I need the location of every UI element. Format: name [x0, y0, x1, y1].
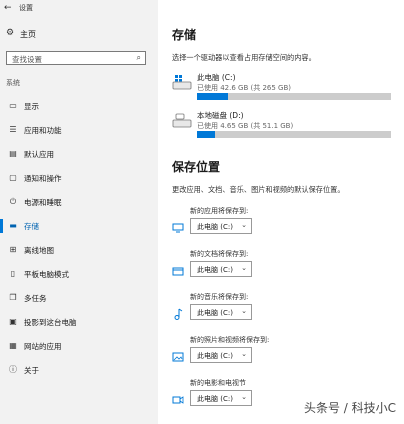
- map-icon: ⊞: [9, 245, 17, 254]
- web-apps-icon: ▦: [9, 341, 17, 350]
- windows-drive-icon: [172, 75, 192, 90]
- sidebar-item-label: 应用和功能: [24, 126, 62, 135]
- power-icon: ⏻: [9, 197, 17, 206]
- sidebar-item-label: 平板电脑模式: [24, 270, 69, 279]
- usage-bar: [197, 131, 391, 138]
- dropdown-value: 此电脑 (C:): [197, 223, 233, 231]
- dropdown-value: 此电脑 (C:): [197, 352, 233, 360]
- storage-icon: ▬: [9, 221, 17, 230]
- sidebar-item-multitasking[interactable]: ❐ 多任务: [0, 290, 158, 306]
- save-location-dropdown[interactable]: 此电脑 (C:) ⌄: [190, 218, 252, 234]
- display-icon: ▭: [9, 101, 17, 110]
- project-icon: ▣: [9, 317, 17, 326]
- info-icon: ⓘ: [9, 365, 17, 374]
- drive-name: 本地磁盘 (D:): [197, 111, 244, 120]
- sidebar-item-label: 多任务: [24, 294, 47, 303]
- search-placeholder[interactable]: 查找设置: [12, 54, 42, 65]
- save-caption: 新的文档将保存到:: [190, 250, 249, 258]
- save-location-dropdown[interactable]: 此电脑 (C:) ⌄: [190, 261, 252, 277]
- tablet-icon: ▯: [10, 269, 16, 278]
- sidebar-item-project[interactable]: ▣ 投影到这台电脑: [0, 314, 158, 330]
- search-box[interactable]: 查找设置 ⌕: [6, 51, 146, 65]
- watermark: 头条号 / 科技小C: [303, 401, 396, 415]
- dropdown-value: 此电脑 (C:): [197, 266, 233, 274]
- sidebar-item-label: 显示: [24, 102, 39, 111]
- usage-bar: [197, 93, 391, 100]
- sidebar-item-storage[interactable]: ▬ 存储: [0, 218, 158, 234]
- sidebar-item-label: 投影到这台电脑: [24, 318, 77, 327]
- page-title: 存储: [172, 28, 197, 42]
- sidebar-item-label: 关于: [24, 366, 39, 375]
- drive-name: 此电脑 (C:): [197, 73, 236, 82]
- monitor-icon: [172, 223, 184, 233]
- sidebar-item-about[interactable]: ⓘ 关于: [0, 362, 158, 378]
- sidebar-item-tablet-mode[interactable]: ▯ 平板电脑模式: [0, 266, 158, 282]
- sidebar-item-label: 通知和操作: [24, 174, 62, 183]
- drive-c[interactable]: 此电脑 (C:) 已使用 42.6 GB (共 265 GB): [172, 72, 392, 102]
- sidebar-item-web-apps[interactable]: ▦ 网站的应用: [0, 338, 158, 354]
- drive-d[interactable]: 本地磁盘 (D:) 已使用 4.65 GB (共 51.1 GB): [172, 110, 392, 140]
- storage-description: 选择一个驱动器以查看占用存储空间的内容。: [172, 53, 316, 62]
- save-location-music: 新的音乐将保存到: 此电脑 (C:) ⌄: [172, 292, 392, 332]
- save-caption: 新的音乐将保存到:: [190, 293, 249, 301]
- usage-bar-fill: [197, 93, 229, 100]
- storage-page: 存储 选择一个驱动器以查看占用存储空间的内容。 此电脑 (C:) 已使用 42.…: [158, 0, 404, 424]
- usage-bar-fill: [197, 131, 215, 138]
- sidebar-item-apps[interactable]: ☰ 应用和功能: [0, 122, 158, 138]
- save-location-dropdown[interactable]: 此电脑 (C:) ⌄: [190, 347, 252, 363]
- drive-usage: 已使用 4.65 GB (共 51.1 GB): [197, 122, 294, 130]
- video-camera-icon: [172, 396, 184, 404]
- gear-icon: ⚙: [6, 28, 15, 38]
- notifications-icon: ▢: [9, 173, 17, 182]
- save-locations-title: 保存位置: [172, 160, 221, 174]
- sidebar-item-label: 电源和睡眠: [24, 198, 62, 207]
- apps-icon: ☰: [9, 125, 17, 134]
- save-location-dropdown[interactable]: 此电脑 (C:) ⌄: [190, 304, 252, 320]
- hard-drive-icon: [172, 113, 192, 128]
- chevron-down-icon: ⌄: [241, 350, 247, 358]
- drive-usage: 已使用 42.6 GB (共 265 GB): [197, 84, 291, 92]
- home-label: 主页: [20, 30, 36, 39]
- sidebar: ← 设置 ⚙ 主页 查找设置 ⌕ 系统 ▭ 显示 ☰ 应用和功能 ▤ 默认应用 …: [0, 0, 158, 424]
- chevron-down-icon: ⌄: [241, 264, 247, 272]
- chevron-down-icon: ⌄: [241, 221, 247, 229]
- title-bar: ← 设置: [0, 0, 158, 16]
- photo-icon: [172, 352, 184, 362]
- search-icon[interactable]: ⌕: [137, 53, 141, 63]
- chevron-down-icon: ⌄: [241, 393, 247, 401]
- save-locations-description: 更改应用、文档、音乐、图片和视频的默认保存位置。: [172, 185, 345, 194]
- music-note-icon: [174, 308, 183, 320]
- back-arrow-icon[interactable]: ←: [4, 3, 12, 13]
- sidebar-section-label: 系统: [6, 79, 20, 87]
- sidebar-item-offline-maps[interactable]: ⊞ 离线地图: [0, 242, 158, 258]
- sidebar-item-display[interactable]: ▭ 显示: [0, 98, 158, 114]
- chevron-down-icon: ⌄: [241, 307, 247, 315]
- sidebar-item-label: 离线地图: [24, 246, 54, 255]
- sidebar-item-label: 存储: [24, 222, 39, 231]
- save-location-photos-videos: 新的照片和视频将保存到: 此电脑 (C:) ⌄: [172, 335, 392, 375]
- sidebar-item-default-apps[interactable]: ▤ 默认应用: [0, 146, 158, 162]
- default-apps-icon: ▤: [9, 149, 17, 158]
- multitask-icon: ❐: [9, 293, 17, 302]
- dropdown-value: 此电脑 (C:): [197, 395, 233, 403]
- save-location-documents: 新的文档将保存到: 此电脑 (C:) ⌄: [172, 249, 392, 289]
- save-location-dropdown[interactable]: 此电脑 (C:) ⌄: [190, 390, 252, 406]
- save-location-apps: 新的应用将保存到: 此电脑 (C:) ⌄: [172, 206, 392, 246]
- folder-icon: [172, 267, 184, 276]
- dropdown-value: 此电脑 (C:): [197, 309, 233, 317]
- sidebar-item-label: 网站的应用: [24, 342, 62, 351]
- save-caption: 新的照片和视频将保存到:: [190, 336, 270, 344]
- save-caption: 新的应用将保存到:: [190, 207, 249, 215]
- window-title: 设置: [19, 4, 33, 12]
- sidebar-item-power[interactable]: ⏻ 电源和睡眠: [0, 194, 158, 210]
- sidebar-item-notifications[interactable]: ▢ 通知和操作: [0, 170, 158, 186]
- sidebar-item-label: 默认应用: [24, 150, 54, 159]
- save-caption: 新的电影和电视节: [190, 379, 246, 387]
